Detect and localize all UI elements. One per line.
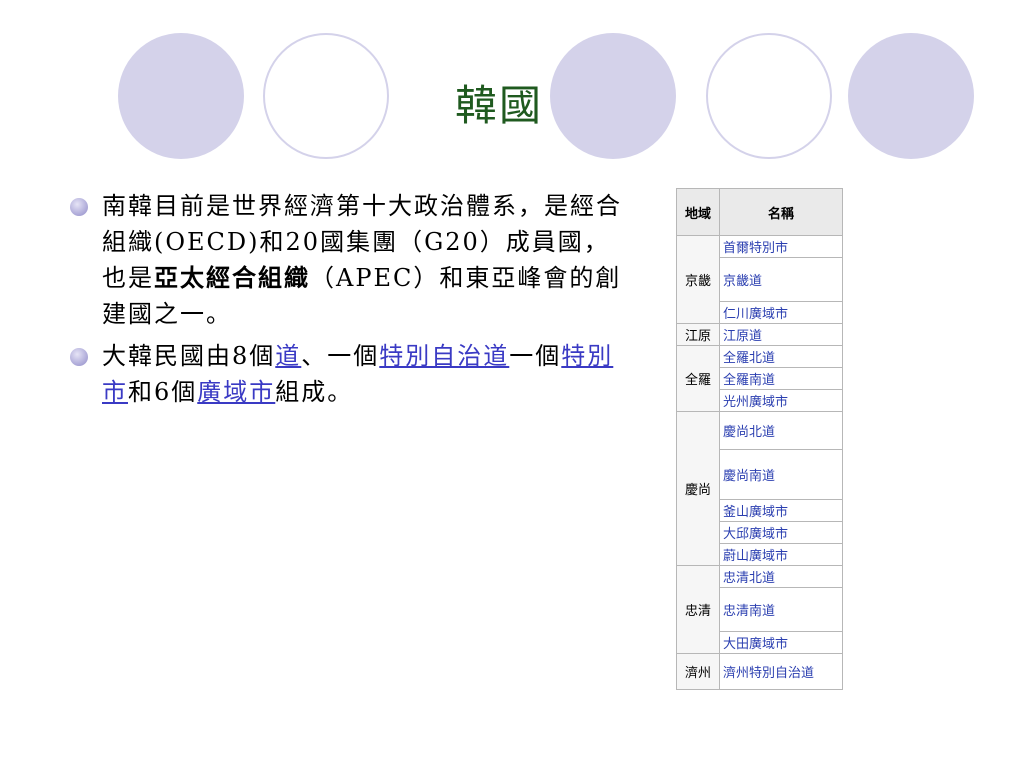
table-row: 慶尚 慶尚北道 xyxy=(676,411,843,566)
bullet-item-2: 大韓民國由8個道、一個特別自治道一個特別市和6個廣域市組成。 xyxy=(64,338,624,410)
slide-title: 韓國 xyxy=(455,81,544,130)
division-link[interactable]: 慶尚南道 xyxy=(723,469,775,484)
name-cell: 大田廣域市 xyxy=(719,631,843,654)
name-cell: 江原道 xyxy=(719,323,843,346)
division-link[interactable]: 首爾特別市 xyxy=(723,241,788,256)
link-do[interactable]: 道 xyxy=(275,342,301,370)
name-cell: 蔚山廣域市 xyxy=(719,543,843,566)
name-cell: 慶尚北道 xyxy=(719,411,843,450)
bullet-dot-icon xyxy=(70,348,88,366)
bullet2-text-a: 大韓民國由8個 xyxy=(102,342,276,370)
name-cell: 光州廣域市 xyxy=(719,389,843,412)
division-link[interactable]: 濟州特別自治道 xyxy=(723,666,814,681)
name-cell: 忠清北道 xyxy=(719,565,843,588)
region-cell: 忠清 xyxy=(676,565,720,654)
division-link[interactable]: 大邱廣域市 xyxy=(723,527,788,542)
table-row: 全羅 全羅北道 xyxy=(676,345,843,412)
division-link[interactable]: 忠清北道 xyxy=(723,571,775,586)
name-cell: 慶尚南道 xyxy=(719,449,843,500)
bullet2-text-d: 和6個 xyxy=(128,378,198,406)
bullet2-text-b: 、一個 xyxy=(301,342,380,370)
bullet-dot-icon xyxy=(70,198,88,216)
bullet2-text-e: 組成。 xyxy=(275,378,354,406)
region-cell: 濟州 xyxy=(676,653,720,690)
bullet-item-1: 南韓目前是世界經濟第十大政治體系，是經合組織(OECD)和20國集團（G20）成… xyxy=(64,188,624,332)
table-body: 京畿 首爾特別市 京畿道 仁川廣域市 江原 江原道 全羅 全羅北道 全羅南道 光州廣域市 慶尚 慶尚北… xyxy=(676,235,843,690)
decor-circle-3 xyxy=(550,33,676,159)
link-special-autonomous-province[interactable]: 特別自治道 xyxy=(379,342,509,370)
region-cell: 江原 xyxy=(676,323,720,346)
name-cell: 濟州特別自治道 xyxy=(719,653,843,690)
region-cell: 京畿 xyxy=(676,235,720,324)
table-row: 江原 江原道 xyxy=(676,323,843,346)
bullet2-text-c: 一個 xyxy=(509,342,562,370)
header-name: 名稱 xyxy=(719,188,843,236)
division-link[interactable]: 江原道 xyxy=(723,329,762,344)
name-cell: 忠清南道 xyxy=(719,587,843,632)
division-link[interactable]: 忠清南道 xyxy=(723,604,775,619)
division-link[interactable]: 釜山廣域市 xyxy=(723,505,788,520)
header-region: 地域 xyxy=(676,188,720,236)
division-link[interactable]: 全羅南道 xyxy=(723,373,775,388)
table-row: 京畿 首爾特別市 xyxy=(676,235,843,324)
link-metropolitan-city[interactable]: 廣域市 xyxy=(197,378,275,406)
name-cell: 全羅南道 xyxy=(719,367,843,390)
table-row: 忠清 忠清北道 xyxy=(676,565,843,654)
name-cell: 首爾特別市 xyxy=(719,235,843,258)
name-cell: 釜山廣域市 xyxy=(719,499,843,522)
table-header-row: 地域 名稱 xyxy=(676,188,843,236)
bullet1-bold-text: 亞太經合組織 xyxy=(154,263,310,292)
regions-table: 地域 名稱 京畿 首爾特別市 京畿道 仁川廣域市 江原 江原道 全羅 全羅北道 全羅南道 光州廣域… xyxy=(676,188,843,690)
division-link[interactable]: 蔚山廣域市 xyxy=(723,549,788,564)
table-row: 濟州 濟州特別自治道 xyxy=(676,653,843,690)
division-link[interactable]: 京畿道 xyxy=(723,274,762,289)
region-cell: 全羅 xyxy=(676,345,720,412)
name-cell: 大邱廣域市 xyxy=(719,521,843,544)
decor-circle-1 xyxy=(118,33,244,159)
decor-circle-5 xyxy=(848,33,974,159)
division-link[interactable]: 慶尚北道 xyxy=(723,425,775,440)
division-link[interactable]: 光州廣域市 xyxy=(723,395,788,410)
name-cell: 仁川廣域市 xyxy=(719,301,843,324)
division-link[interactable]: 全羅北道 xyxy=(723,351,775,366)
bullet-list: 南韓目前是世界經濟第十大政治體系，是經合組織(OECD)和20國集團（G20）成… xyxy=(64,188,624,416)
decor-circle-4 xyxy=(706,33,832,159)
region-cell: 慶尚 xyxy=(676,411,720,566)
name-cell: 京畿道 xyxy=(719,257,843,302)
division-link[interactable]: 大田廣域市 xyxy=(723,637,788,652)
division-link[interactable]: 仁川廣域市 xyxy=(723,307,788,322)
name-cell: 全羅北道 xyxy=(719,345,843,368)
decor-circle-2 xyxy=(263,33,389,159)
